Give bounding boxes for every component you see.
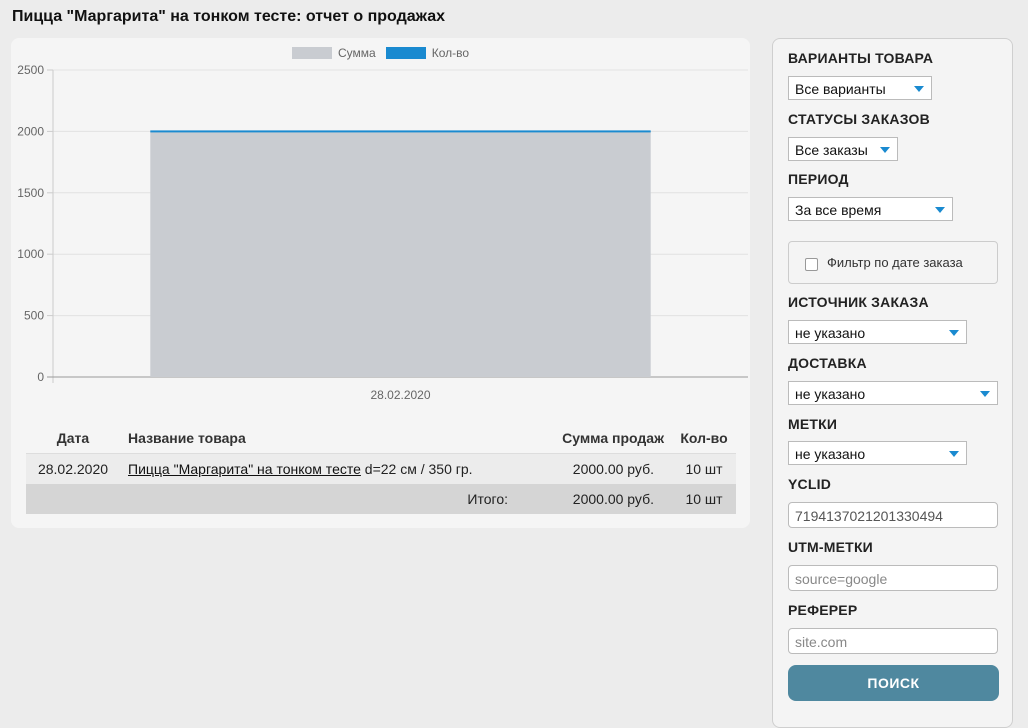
statuses-label: СТАТУСЫ ЗАКАЗОВ <box>788 111 930 127</box>
legend-swatch-sum <box>291 47 332 59</box>
tags-value: не указано <box>795 446 866 462</box>
delivery-value: не указано <box>795 386 866 402</box>
page-title: Пицца "Маргарита" на тонком тесте: отчет… <box>12 8 445 25</box>
variants-select[interactable]: Все варианты <box>788 76 932 100</box>
source-value: не указано <box>795 325 866 341</box>
sales-table: Дата Название товара Сумма продаж Кол-во… <box>26 422 736 514</box>
period-value: За все время <box>795 202 882 218</box>
total-label: Итого: <box>120 484 516 514</box>
y-tick-label: 0 <box>37 370 44 384</box>
chevron-down-icon <box>880 147 890 153</box>
period-label: ПЕРИОД <box>788 171 849 187</box>
table-total-row: Итого: 2000.00 руб. 10 шт <box>26 484 736 514</box>
chevron-down-icon <box>914 86 924 92</box>
variants-label: ВАРИАНТЫ ТОВАРА <box>788 50 934 66</box>
date-filter-box: Фильтр по дате заказа <box>788 241 998 284</box>
y-tick-label: 1000 <box>17 247 44 261</box>
statuses-select[interactable]: Все заказы <box>788 137 898 161</box>
source-label: ИСТОЧНИК ЗАКАЗА <box>788 294 929 310</box>
cell-date: 28.02.2020 <box>26 453 120 484</box>
yclid-label: YCLID <box>788 476 831 492</box>
header-qty: Кол-во <box>680 429 728 446</box>
product-link[interactable]: Пицца "Маргарита" на тонком тесте <box>128 461 361 477</box>
sales-chart: 0 500 1000 1500 2000 2500 28.02.2020 <box>17 63 748 402</box>
delivery-label: ДОСТАВКА <box>788 355 867 371</box>
period-select[interactable]: За все время <box>788 197 953 221</box>
total-empty <box>26 484 120 514</box>
table-row: 28.02.2020 Пицца "Маргарита" на тонком т… <box>26 453 736 484</box>
bar-sum <box>150 131 651 377</box>
legend-label-qty: Кол-во <box>431 46 470 60</box>
y-tick-label: 500 <box>24 309 44 323</box>
cell-sum: 2000.00 руб. <box>516 453 672 484</box>
variants-value: Все варианты <box>795 81 886 97</box>
report-card: 0 500 1000 1500 2000 2500 28.02.2020 Сумма Кол… <box>11 38 750 528</box>
utm-input[interactable]: source=google <box>788 565 998 591</box>
utm-label: UTM-МЕТКИ <box>788 539 873 555</box>
tags-select[interactable]: не указано <box>788 441 967 465</box>
chevron-down-icon <box>949 451 959 457</box>
date-filter-label[interactable]: Фильтр по дате заказа <box>827 255 963 270</box>
bar-qty <box>150 130 651 133</box>
y-tick-label: 1500 <box>17 186 44 200</box>
source-select[interactable]: не указано <box>788 320 967 344</box>
product-variant: d=22 см / 350 гр. <box>364 461 473 477</box>
search-button[interactable]: ПОИСК <box>788 665 999 701</box>
header-sum: Сумма продаж <box>562 429 664 446</box>
y-tick-label: 2500 <box>17 63 44 77</box>
filter-sidebar: ВАРИАНТЫ ТОВАРА Все варианты СТАТУСЫ ЗАК… <box>772 38 1013 728</box>
chart-legend: Сумма Кол-во <box>11 46 750 60</box>
legend-label-sum: Сумма <box>337 46 376 60</box>
tags-label: МЕТКИ <box>788 416 838 432</box>
y-tick-label: 2000 <box>17 124 44 138</box>
header-name: Название товара <box>128 429 246 446</box>
chevron-down-icon <box>980 391 990 397</box>
total-sum: 2000.00 руб. <box>516 484 672 514</box>
referer-label: РЕФЕРЕР <box>788 602 858 618</box>
statuses-value: Все заказы <box>795 142 868 158</box>
x-tick-label: 28.02.2020 <box>370 388 430 402</box>
header-date: Дата <box>56 429 90 446</box>
referer-input[interactable]: site.com <box>788 628 998 654</box>
total-qty: 10 шт <box>672 484 736 514</box>
date-filter-checkbox[interactable] <box>805 258 818 271</box>
yclid-input[interactable]: 7194137021201330494 <box>788 502 998 528</box>
legend-item-sum[interactable]: Сумма <box>291 46 376 60</box>
chevron-down-icon <box>949 330 959 336</box>
cell-qty: 10 шт <box>672 453 736 484</box>
chevron-down-icon <box>935 207 945 213</box>
cell-product: Пицца "Маргарита" на тонком тесте d=22 с… <box>120 453 516 484</box>
table-header-row: Дата Название товара Сумма продаж Кол-во <box>26 422 736 454</box>
delivery-select[interactable]: не указано <box>788 381 998 405</box>
legend-item-qty[interactable]: Кол-во <box>385 46 470 60</box>
legend-swatch-qty <box>385 47 426 59</box>
